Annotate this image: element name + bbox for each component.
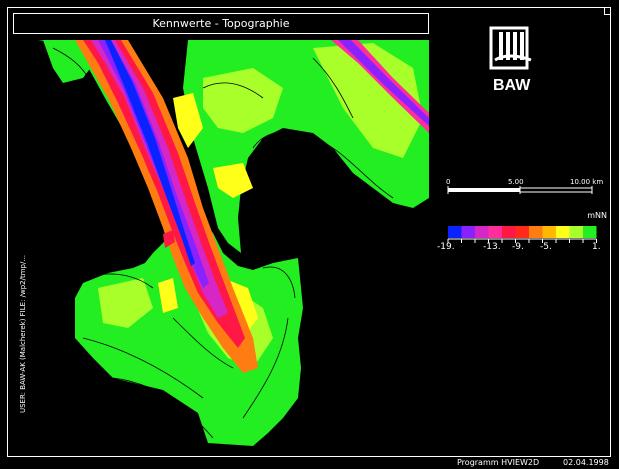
legend-tick-label: -9.: [512, 242, 524, 252]
legend-swatch: [448, 226, 462, 238]
topography-map: [38, 40, 429, 446]
scale-label-0: 0: [446, 178, 451, 186]
legend-tick-label: -5.: [540, 242, 552, 252]
depth-legend: [447, 226, 597, 243]
legend-tick-label: 1.: [592, 242, 601, 252]
footer-program: Programm HVIEW2D: [457, 458, 540, 467]
legend-swatch: [529, 226, 543, 238]
legend-swatch: [461, 226, 475, 238]
title-box: Kennwerte - Topographie: [13, 13, 429, 34]
legend-swatch: [583, 226, 597, 238]
map-title: Kennwerte - Topographie: [152, 17, 290, 30]
legend-swatch: [488, 226, 502, 238]
legend-swatch: [475, 226, 489, 238]
legend-tick-label: -19.: [437, 242, 455, 252]
scale-label-5: 5.00: [508, 178, 524, 186]
scale-label-10: 10.00 km: [570, 178, 604, 186]
baw-logo: BAW: [489, 26, 532, 94]
legend-swatch: [569, 226, 583, 238]
svg-text:BAW: BAW: [493, 77, 531, 94]
footer-date: 02.04.1998: [563, 458, 609, 467]
legend-tick-label: -13.: [483, 242, 501, 252]
legend-swatch: [542, 226, 556, 238]
legend-swatch: [515, 226, 529, 238]
frame-corner-mark: [604, 7, 611, 15]
legend-swatch: [556, 226, 570, 238]
legend-swatch: [502, 226, 516, 238]
side-user-info: USER: BAW-AK (Malcherek) FILE: /wp2/tmp/…: [19, 254, 27, 414]
